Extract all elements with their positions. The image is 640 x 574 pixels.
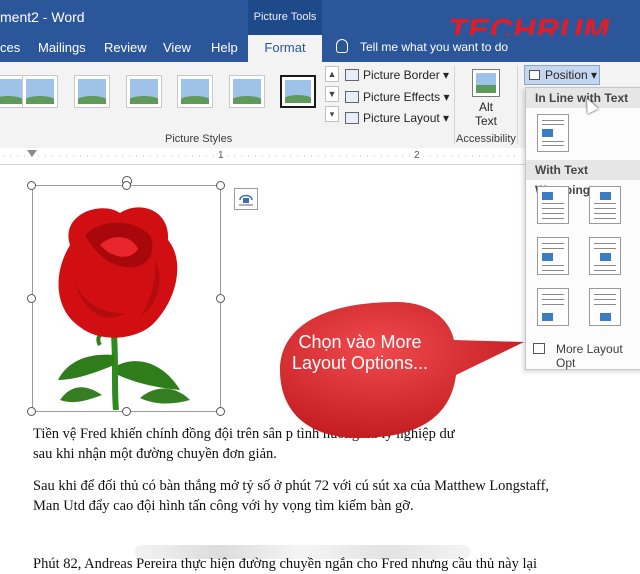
document-text-line: sau khi nhận một đường chuyền đơn giản. bbox=[33, 446, 277, 462]
gallery-more-icon[interactable]: ▾ bbox=[325, 106, 339, 122]
document-text-line: Phút 82, Andreas Pereira thực hiện đường… bbox=[33, 556, 537, 572]
resize-handle[interactable] bbox=[216, 181, 225, 190]
ribbon-separator bbox=[517, 66, 518, 144]
document-text-line: Man Utd đẩy cao đội hình tấn công với hy… bbox=[33, 498, 414, 514]
position-middle-center-option[interactable] bbox=[589, 237, 621, 275]
gallery-down-icon[interactable]: ▼ bbox=[325, 86, 339, 102]
position-icon bbox=[529, 70, 540, 80]
picture-border-icon bbox=[345, 69, 359, 81]
gallery-up-icon[interactable]: ▲ bbox=[325, 66, 339, 82]
picture-effects-button[interactable]: Picture Effects ▾ bbox=[345, 90, 450, 104]
tab-format[interactable]: Format bbox=[248, 35, 322, 62]
position-inline-option[interactable] bbox=[537, 114, 569, 152]
group-label-picture-styles: Picture Styles bbox=[165, 133, 233, 145]
indent-marker[interactable] bbox=[27, 150, 37, 157]
picture-style-thumb-selected[interactable] bbox=[280, 75, 316, 108]
group-label-accessibility: Accessibility bbox=[456, 133, 516, 145]
picture-style-thumb[interactable] bbox=[74, 75, 110, 108]
tab-review[interactable]: Review bbox=[104, 40, 147, 55]
position-middle-left-option[interactable] bbox=[537, 237, 569, 275]
ribbon-separator bbox=[454, 66, 455, 144]
callout-text: Chọn vào More Layout Options... bbox=[291, 332, 429, 373]
tell-me-search[interactable]: Tell me what you want to do bbox=[360, 40, 508, 54]
picture-effects-icon bbox=[345, 91, 359, 103]
resize-handle[interactable] bbox=[27, 407, 36, 416]
ruler-ticks bbox=[0, 155, 520, 157]
position-bottom-center-option[interactable] bbox=[589, 288, 621, 326]
picture-border-button[interactable]: Picture Border ▾ bbox=[345, 68, 449, 82]
picture-tools-label: Picture Tools bbox=[248, 0, 322, 35]
position-top-left-option[interactable] bbox=[537, 186, 569, 224]
resize-handle[interactable] bbox=[27, 181, 36, 190]
layout-options-glyph bbox=[239, 194, 253, 206]
picture-style-thumb[interactable] bbox=[126, 75, 162, 108]
alt-text-button[interactable]: Alt Text bbox=[471, 100, 501, 128]
with-text-wrapping-header: With Text Wrapping bbox=[526, 160, 640, 197]
more-layout-options-item[interactable]: More Layout Opt bbox=[556, 342, 640, 370]
tab-mailings[interactable]: Mailings bbox=[38, 40, 86, 55]
more-layout-options-icon bbox=[533, 343, 545, 354]
ruler-number: 2 bbox=[414, 150, 420, 161]
document-text-line: Sau khi để đối thủ có bàn thắng mở tỷ số… bbox=[33, 478, 550, 494]
tab-references[interactable]: ces bbox=[0, 40, 20, 55]
resize-handle[interactable] bbox=[27, 294, 36, 303]
picture-selection-frame[interactable] bbox=[32, 185, 221, 412]
tab-view[interactable]: View bbox=[163, 40, 191, 55]
picture-layout-button[interactable]: Picture Layout ▾ bbox=[345, 111, 449, 125]
picture-style-thumb[interactable] bbox=[229, 75, 265, 108]
resize-handle[interactable] bbox=[122, 181, 131, 190]
ruler-number: 1 bbox=[218, 150, 224, 161]
layout-options-icon[interactable] bbox=[234, 188, 258, 210]
document-title: ment2 - Word bbox=[0, 9, 85, 25]
picture-style-thumb[interactable] bbox=[22, 75, 58, 108]
resize-handle[interactable] bbox=[122, 407, 131, 416]
position-bottom-left-option[interactable] bbox=[537, 288, 569, 326]
resize-handle[interactable] bbox=[216, 294, 225, 303]
picture-layout-icon bbox=[345, 112, 359, 124]
position-button[interactable]: Position ▾ bbox=[524, 65, 600, 85]
tab-help[interactable]: Help bbox=[211, 40, 238, 55]
resize-handle[interactable] bbox=[216, 407, 225, 416]
picture-style-thumb[interactable] bbox=[177, 75, 213, 108]
alt-text-icon[interactable] bbox=[472, 69, 500, 97]
lightbulb-icon bbox=[336, 39, 348, 53]
position-top-center-option[interactable] bbox=[589, 186, 621, 224]
